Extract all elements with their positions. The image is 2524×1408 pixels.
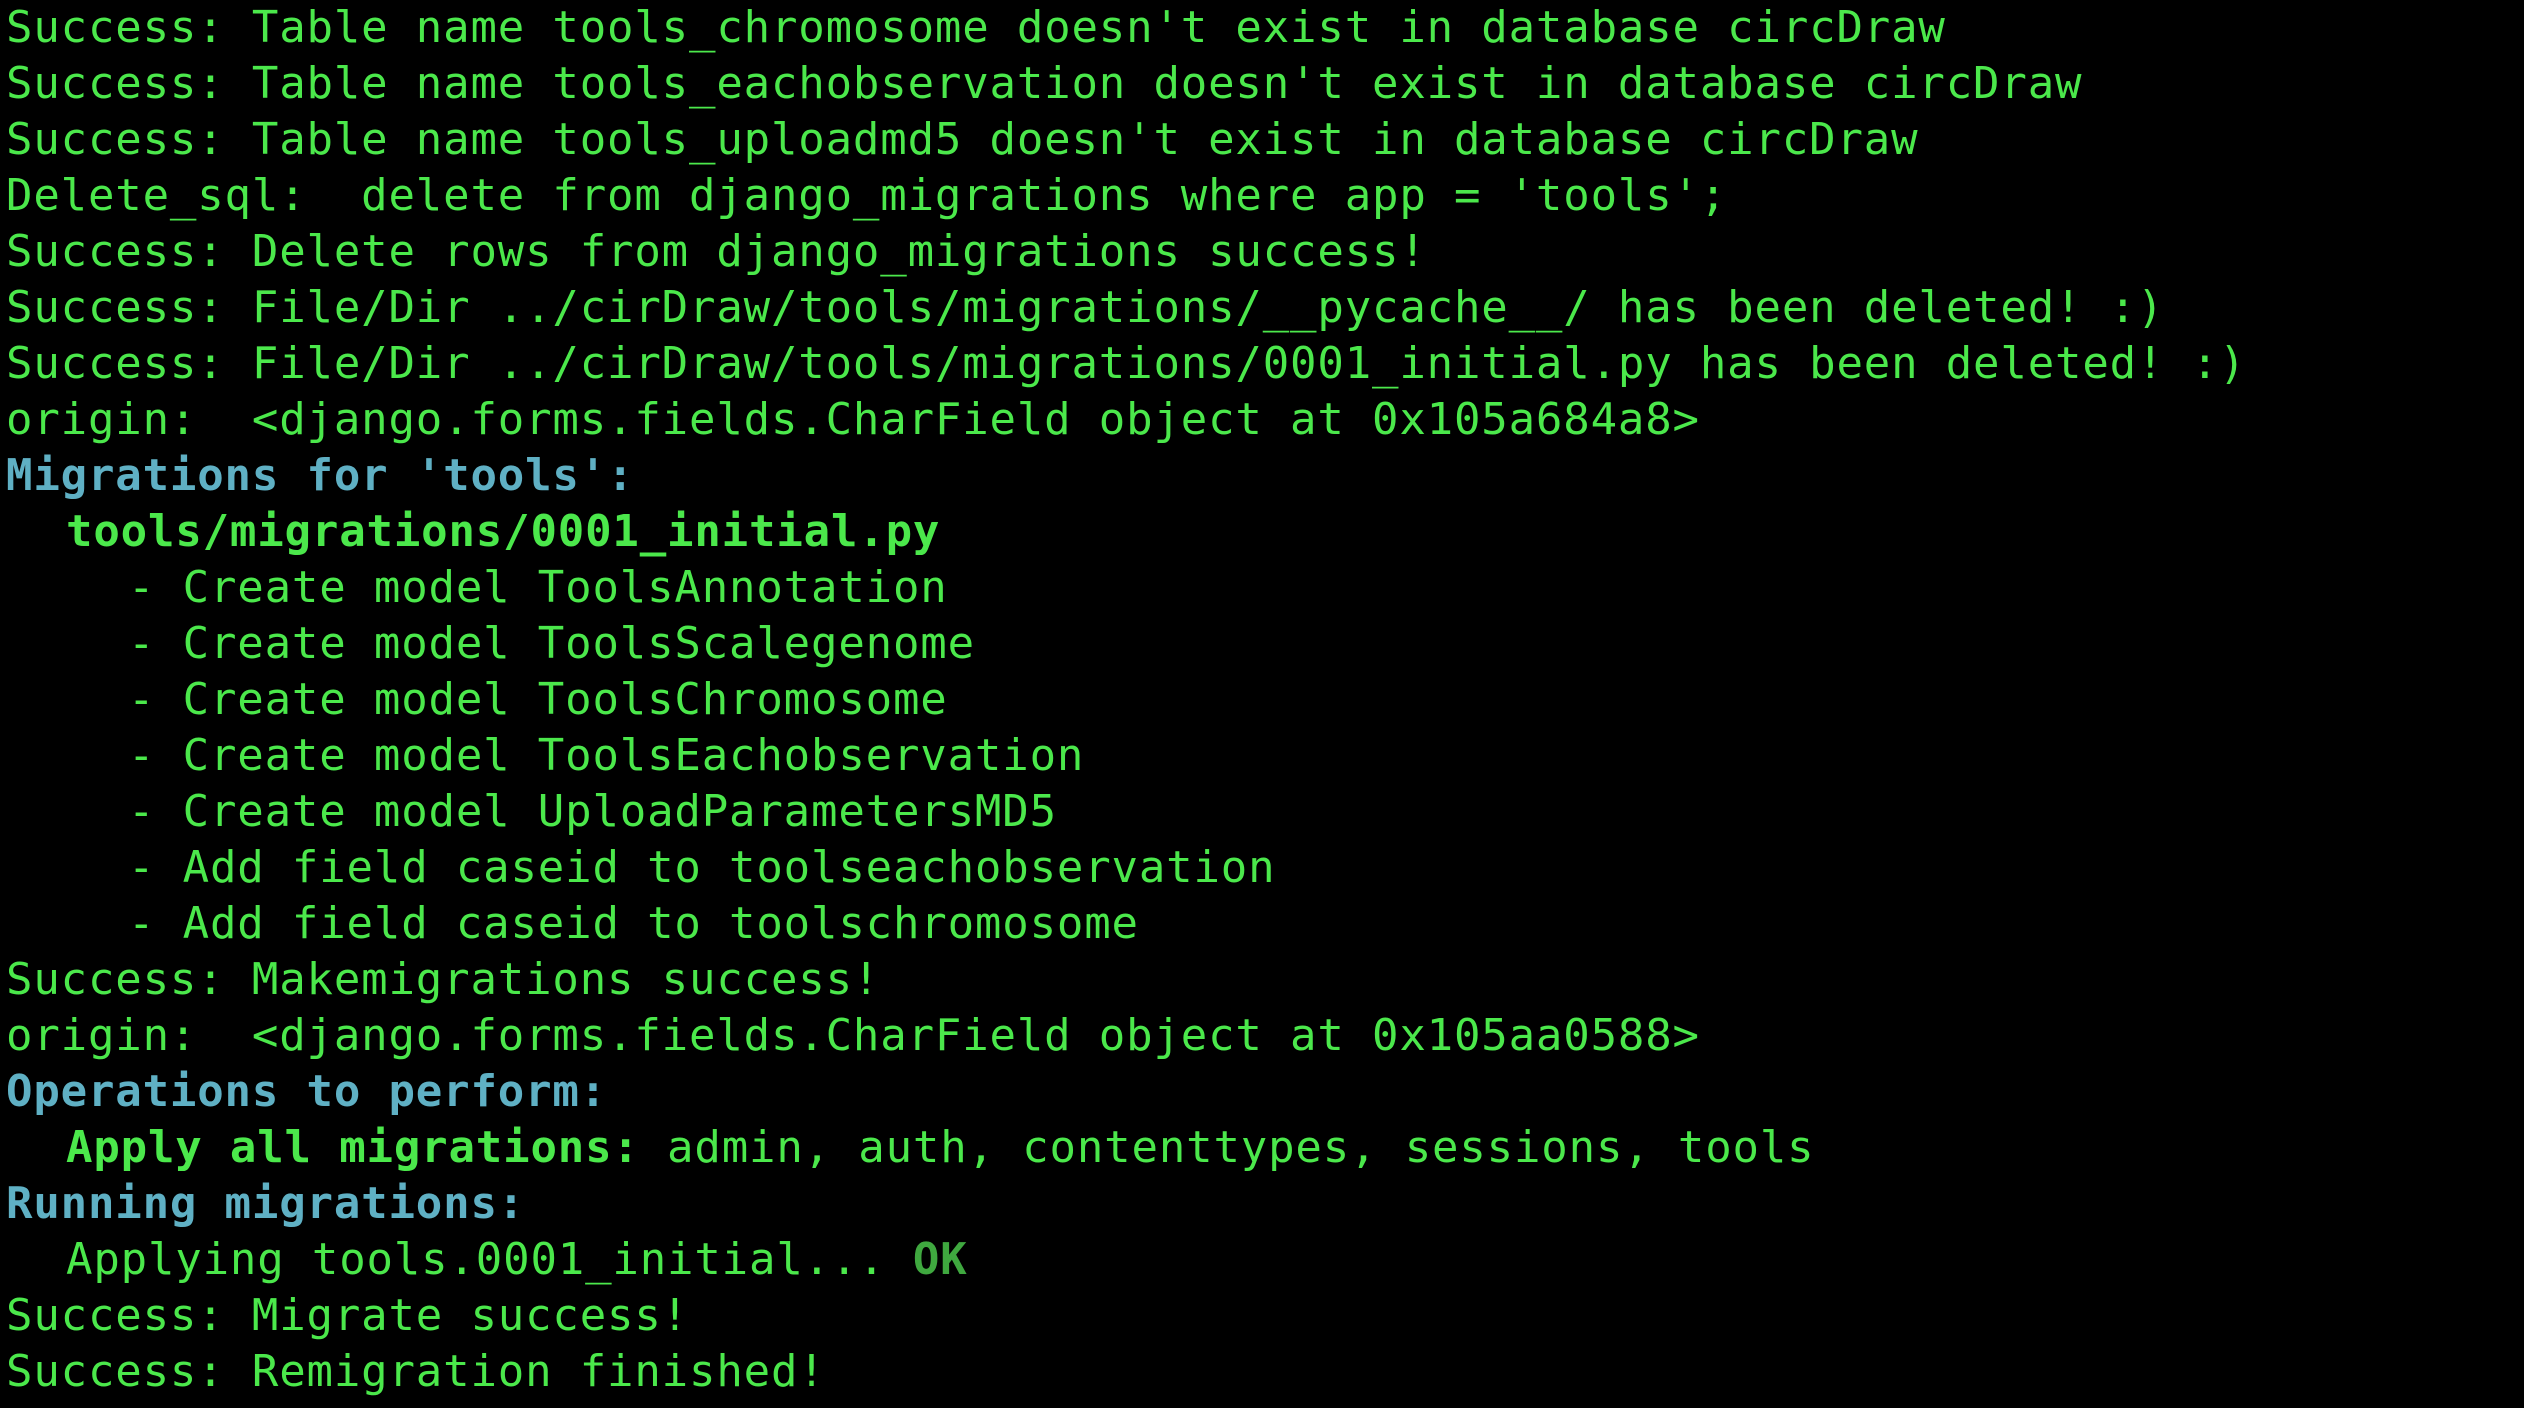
- terminal-line: Delete_sql: delete from django_migration…: [6, 170, 1728, 221]
- apply-migrations-line: Apply all migrations: admin, auth, conte…: [6, 1120, 2524, 1176]
- migration-operation: - Create model UploadParametersMD5: [128, 786, 1057, 837]
- terminal-line: Success: File/Dir ../cirDraw/tools/migra…: [6, 282, 2165, 333]
- terminal-line: Success: Migrate success!: [6, 1290, 690, 1341]
- terminal-line: Success: Table name tools_eachobservatio…: [6, 58, 2083, 109]
- migration-operation: - Add field caseid to toolschromosome: [128, 898, 1139, 949]
- terminal-line: Success: Table name tools_uploadmd5 does…: [6, 114, 1919, 165]
- migration-operation: - Create model ToolsChromosome: [128, 674, 948, 725]
- migration-operation: - Add field caseid to toolseachobservati…: [128, 842, 1276, 893]
- migration-operation: - Create model ToolsScalegenome: [128, 618, 975, 669]
- migration-file-path: tools/migrations/0001_initial.py: [66, 506, 941, 557]
- terminal-line: origin: <django.forms.fields.CharField o…: [6, 394, 1700, 445]
- apply-migrations-apps: admin, auth, contenttypes, sessions, too…: [639, 1122, 1815, 1173]
- running-migrations-heading: Running migrations:: [6, 1178, 526, 1229]
- migration-operation: - Create model ToolsAnnotation: [128, 562, 948, 613]
- applying-migration-line: Applying tools.0001_initial... OK: [6, 1232, 2524, 1288]
- terminal-line: origin: <django.forms.fields.CharField o…: [6, 1010, 1700, 1061]
- terminal-line: Success: Makemigrations success!: [6, 954, 881, 1005]
- terminal-line: Success: Table name tools_chromosome doe…: [6, 2, 1946, 53]
- apply-migrations-label: Apply all migrations:: [66, 1122, 640, 1173]
- ok-status: OK: [885, 1234, 968, 1285]
- operations-heading: Operations to perform:: [6, 1066, 608, 1117]
- terminal-line: Success: File/Dir ../cirDraw/tools/migra…: [6, 338, 2247, 389]
- terminal-line: Success: Delete rows from django_migrati…: [6, 226, 1427, 277]
- applying-migration-text: Applying tools.0001_initial...: [66, 1234, 886, 1285]
- migrations-heading: Migrations for 'tools':: [6, 450, 635, 501]
- terminal-line: Success: Remigration finished!: [6, 1346, 826, 1397]
- terminal-output[interactable]: Success: Table name tools_chromosome doe…: [0, 0, 2524, 1408]
- migration-operation: - Create model ToolsEachobservation: [128, 730, 1085, 781]
